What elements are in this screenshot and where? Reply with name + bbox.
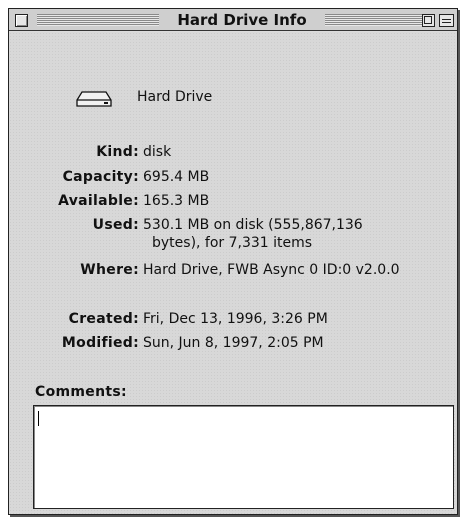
used-label: Used:: [92, 217, 139, 233]
hard-drive-icon: [76, 91, 112, 107]
used-value-line1: 530.1 MB on disk (555,867,136: [143, 217, 363, 233]
title-bar[interactable]: Hard Drive Info: [9, 9, 457, 31]
kind-label: Kind:: [96, 144, 139, 160]
title-bar-stripes-left: [37, 14, 159, 26]
modified-label: Modified:: [61, 335, 139, 351]
created-value: Fri, Dec 13, 1996, 3:26 PM: [143, 311, 328, 327]
capacity-label: Capacity:: [62, 169, 139, 185]
item-name: Hard Drive: [137, 89, 213, 105]
info-window: Hard Drive Info Hard Drive Kind: disk Ca…: [8, 8, 458, 515]
window-title: Hard Drive Info: [159, 11, 325, 29]
capacity-value: 695.4 MB: [143, 169, 210, 185]
zoom-box-icon[interactable]: [422, 14, 435, 27]
where-value: Hard Drive, FWB Async 0 ID:0 v2.0.0: [143, 262, 400, 278]
comments-field[interactable]: [33, 405, 454, 509]
available-label: Available:: [58, 193, 139, 209]
window-content: Hard Drive Kind: disk Capacity: 695.4 MB…: [9, 32, 457, 514]
modified-value: Sun, Jun 8, 1997, 2:05 PM: [143, 335, 324, 351]
comments-label: Comments:: [35, 384, 127, 400]
close-box-icon[interactable]: [15, 14, 28, 27]
text-caret: [38, 411, 39, 426]
collapse-box-icon[interactable]: [439, 14, 454, 27]
kind-value: disk: [143, 144, 172, 160]
used-value-line2: bytes), for 7,331 items: [152, 235, 313, 251]
where-label: Where:: [80, 262, 139, 278]
title-bar-stripes-right: [325, 14, 423, 26]
created-label: Created:: [68, 311, 139, 327]
available-value: 165.3 MB: [143, 193, 210, 209]
